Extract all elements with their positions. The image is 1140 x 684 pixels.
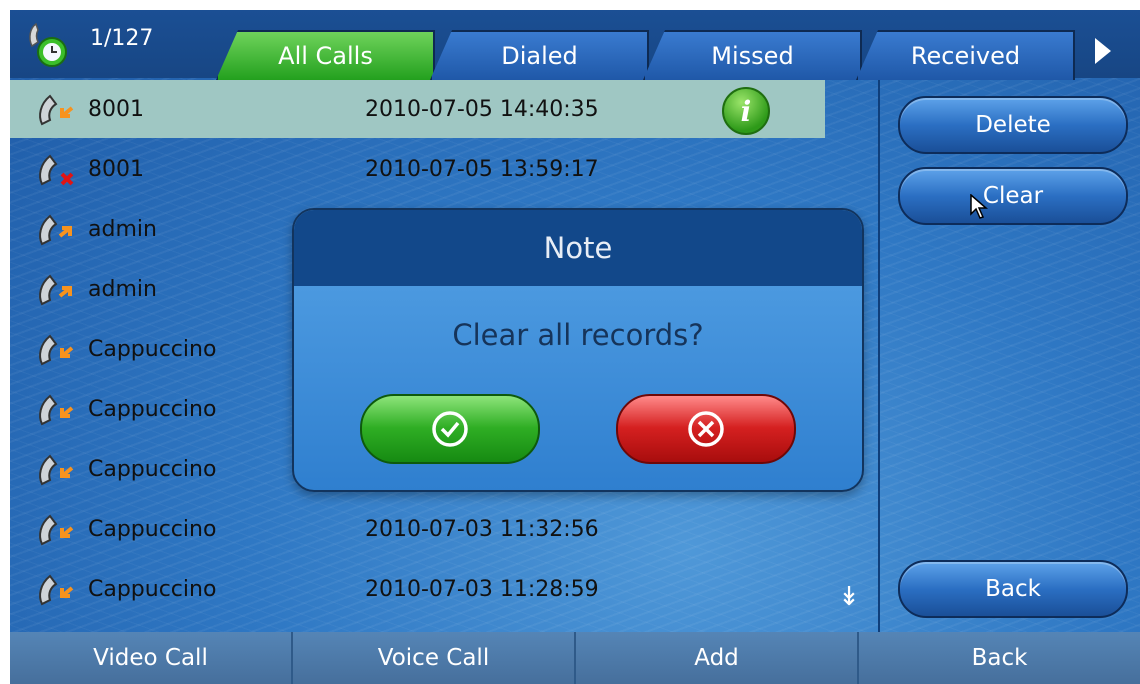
mouse-pointer-icon: [970, 194, 988, 219]
info-icon[interactable]: i: [722, 87, 770, 135]
top-bar: 1/127 All Calls Dialed Missed Received: [10, 10, 1140, 80]
call-row[interactable]: Cappuccino 2010-07-03 11:28:59: [10, 560, 825, 618]
delete-button[interactable]: Delete: [898, 96, 1128, 154]
received-call-icon: [39, 574, 74, 606]
scroll-down-chevron-icon[interactable]: ↡: [836, 582, 862, 612]
received-call-icon: [39, 454, 74, 486]
call-time: 2010-07-03 11:32:56: [365, 516, 599, 542]
received-call-icon: [39, 94, 74, 126]
tab-missed[interactable]: Missed: [643, 30, 862, 80]
call-name: Cappuccino: [88, 396, 217, 422]
call-name: Cappuccino: [88, 576, 217, 602]
received-call-icon: [39, 394, 74, 426]
clock-phone-icon: [29, 22, 67, 67]
confirm-dialog: Note Clear all records?: [292, 208, 864, 492]
call-row[interactable]: 8001 2010-07-05 14:40:35 i: [10, 80, 825, 138]
add-button[interactable]: Add: [576, 632, 859, 684]
call-name: Cappuccino: [88, 336, 217, 362]
bottom-soft-keys: Video Call Voice Call Add Back: [10, 632, 1140, 684]
confirm-ok-button[interactable]: [360, 394, 540, 464]
confirm-cancel-button[interactable]: [616, 394, 796, 464]
received-call-icon: [39, 514, 74, 546]
call-row[interactable]: Cappuccino 2010-07-03 11:32:56: [10, 500, 825, 558]
dialed-call-icon: [39, 274, 72, 306]
missed-call-icon: [39, 154, 74, 186]
video-call-button[interactable]: Video Call: [10, 632, 293, 684]
call-name: admin: [88, 276, 157, 302]
call-name: Cappuccino: [88, 456, 217, 482]
checkmark-icon: [432, 411, 468, 447]
phone-screen: 1/127 All Calls Dialed Missed Received 8…: [10, 10, 1140, 684]
back-softkey[interactable]: Back: [859, 632, 1140, 684]
tab-dialed[interactable]: Dialed: [430, 30, 649, 80]
voice-call-button[interactable]: Voice Call: [293, 632, 576, 684]
call-name: admin: [88, 216, 157, 242]
back-button[interactable]: Back: [898, 560, 1128, 618]
clear-button[interactable]: Clear: [898, 167, 1128, 225]
call-name: Cappuccino: [88, 516, 217, 542]
tab-all-calls[interactable]: All Calls: [216, 30, 435, 80]
vertical-divider: [878, 80, 880, 632]
dialog-message: Clear all records?: [452, 318, 704, 352]
call-row[interactable]: 8001 2010-07-05 13:59:17: [10, 140, 825, 198]
call-name: 8001: [88, 96, 144, 122]
call-time: 2010-07-05 13:59:17: [365, 156, 599, 182]
received-call-icon: [39, 334, 74, 366]
record-counter: 1/127: [90, 26, 154, 51]
dialed-call-icon: [39, 214, 72, 246]
tab-received[interactable]: Received: [856, 30, 1075, 80]
next-tab-arrow-icon[interactable]: [1095, 38, 1111, 64]
call-name: 8001: [88, 156, 144, 182]
call-time: 2010-07-05 14:40:35: [365, 96, 599, 122]
call-time: 2010-07-03 11:28:59: [365, 576, 599, 602]
close-icon: [688, 411, 724, 447]
dialog-title: Note: [294, 210, 862, 286]
